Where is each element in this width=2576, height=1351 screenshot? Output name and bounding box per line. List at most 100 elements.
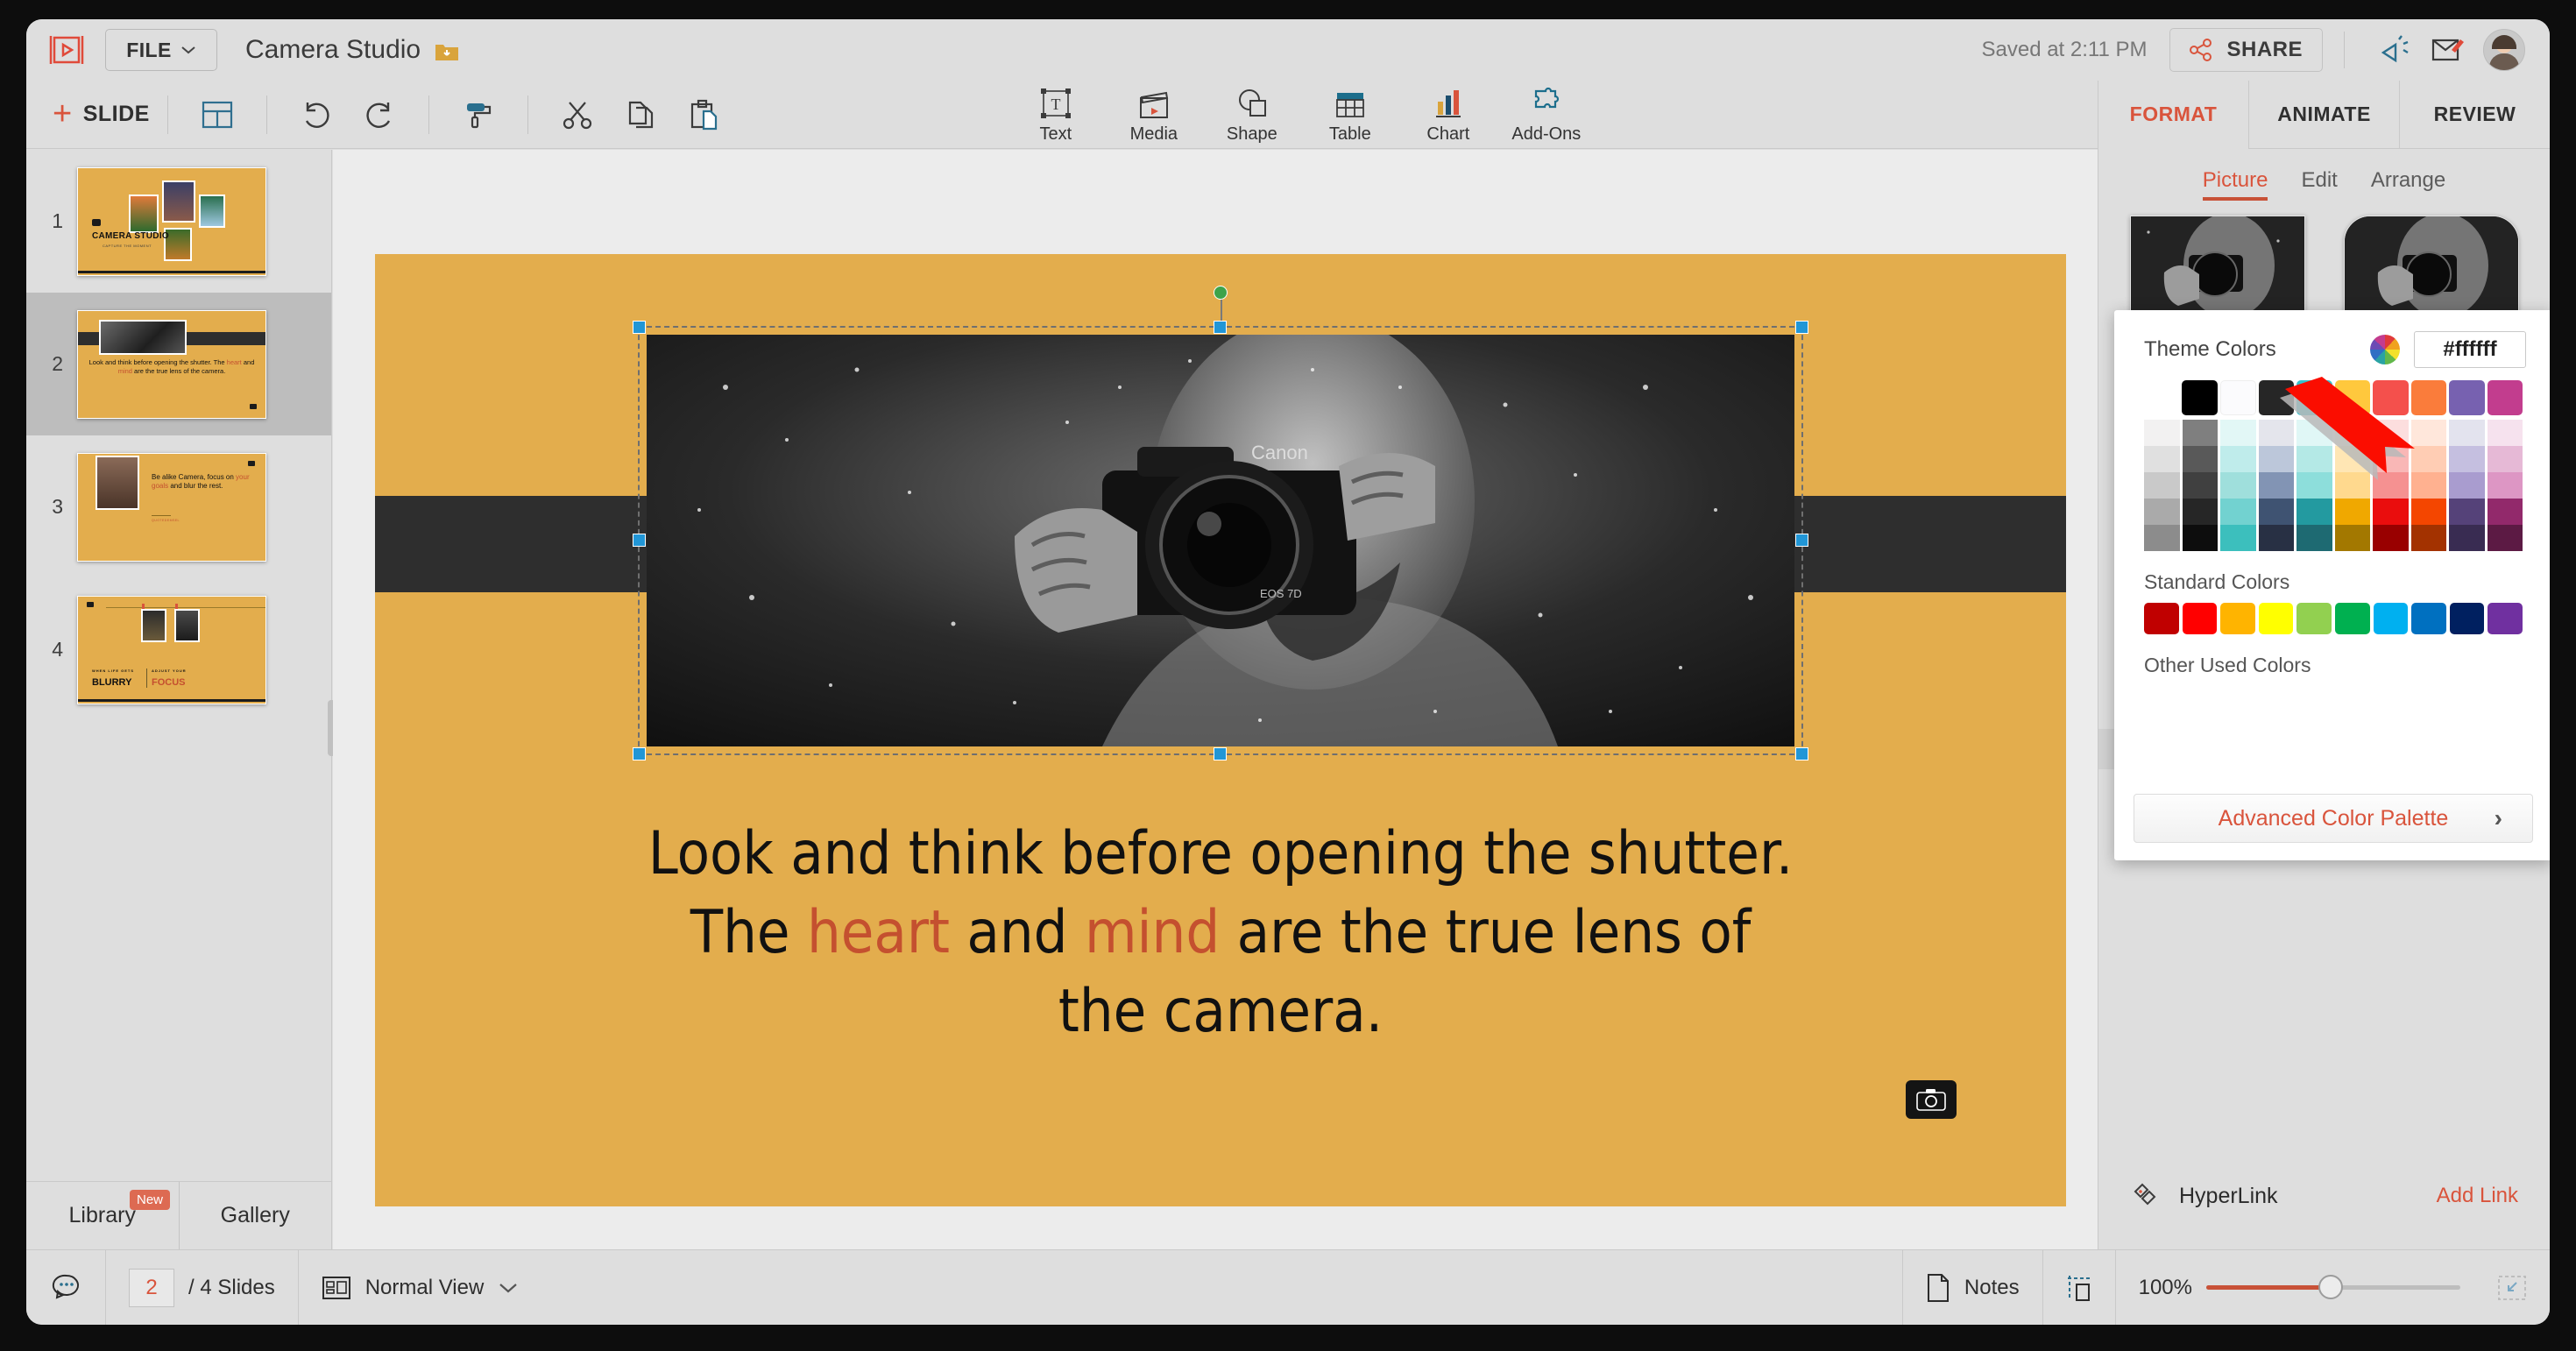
rotation-handle[interactable] [1214,286,1228,300]
slide-canvas[interactable]: Canon EOS 7D [375,254,2066,1206]
slide-thumbnail-1[interactable]: 1 CAMERA STUDIO CAPTURE THE MOMENT [26,150,331,293]
theme-swatch[interactable] [2449,420,2485,446]
standard-swatch[interactable] [2411,603,2446,634]
theme-swatch[interactable] [2259,380,2294,415]
theme-swatch[interactable] [2220,472,2256,499]
standard-swatch[interactable] [2335,603,2370,634]
subtab-picture[interactable]: Picture [2203,168,2268,193]
megaphone-icon[interactable] [2376,30,2417,70]
add-link-button[interactable]: Add Link [2437,1184,2518,1208]
theme-swatch[interactable] [2259,446,2295,472]
theme-swatch[interactable] [2220,380,2256,415]
slide-thumbnail-list[interactable]: 1 CAMERA STUDIO CAPTURE THE MOMENT 2 [26,150,331,1181]
theme-swatch[interactable] [2335,446,2371,472]
guides-button[interactable] [2042,1250,2115,1326]
theme-swatch[interactable] [2373,420,2409,446]
tab-format[interactable]: FORMAT [2098,81,2248,149]
hex-value-input[interactable]: #ffffff [2414,331,2526,368]
theme-swatch[interactable] [2144,472,2180,499]
theme-swatch[interactable] [2296,472,2332,499]
theme-swatch[interactable] [2411,446,2447,472]
theme-swatch[interactable] [2296,420,2332,446]
view-mode-selector[interactable]: Normal View [298,1250,542,1326]
theme-swatch[interactable] [2335,499,2371,525]
file-menu-button[interactable]: FILE [105,29,217,71]
theme-swatch[interactable] [2373,472,2409,499]
theme-swatch[interactable] [2449,380,2484,415]
theme-swatch[interactable] [2373,380,2408,415]
paste-icon[interactable] [683,95,724,135]
standard-swatch[interactable] [2144,603,2179,634]
theme-swatch[interactable] [2449,525,2485,551]
slide-image[interactable]: Canon EOS 7D [647,335,1794,746]
resize-handle-ne[interactable] [1795,321,1808,334]
standard-swatch[interactable] [2488,603,2523,634]
avatar[interactable] [2483,29,2525,71]
presentation-logo-icon[interactable] [47,32,86,67]
theme-swatch[interactable] [2259,420,2295,446]
standard-swatch[interactable] [2259,603,2294,634]
slide-counter[interactable]: 2 / 4 Slides [105,1250,298,1326]
slide-thumbnail-4[interactable]: 4 WHEN LIFE GETS BLURRY ADJUST YOUR FOCU… [26,578,331,721]
subtab-edit[interactable]: Edit [2301,168,2337,193]
zoom-slider[interactable] [2206,1285,2460,1290]
theme-swatch[interactable] [2183,446,2219,472]
resize-handle-se[interactable] [1795,747,1808,760]
theme-swatch[interactable] [2449,446,2485,472]
theme-swatch[interactable] [2488,420,2523,446]
theme-swatch[interactable] [2488,380,2523,415]
standard-swatch[interactable] [2296,603,2332,634]
current-slide-input[interactable]: 2 [129,1269,174,1307]
theme-swatch[interactable] [2488,499,2523,525]
copy-icon[interactable] [620,95,661,135]
subtab-arrange[interactable]: Arrange [2371,168,2445,193]
format-painter-icon[interactable] [458,95,499,135]
theme-swatch[interactable] [2183,525,2219,551]
insert-chart-button[interactable]: Chart [1399,84,1497,145]
theme-swatch[interactable] [2373,446,2409,472]
theme-swatch[interactable] [2411,380,2446,415]
theme-color-grid[interactable] [2114,368,2550,551]
theme-swatch[interactable] [2144,499,2180,525]
theme-swatch[interactable] [2259,499,2295,525]
standard-swatch[interactable] [2183,603,2218,634]
sidebar-tab-library[interactable]: New Library [26,1182,179,1249]
insert-text-button[interactable]: T Text [1007,84,1105,145]
theme-swatch[interactable] [2411,525,2447,551]
theme-swatch[interactable] [2488,446,2523,472]
theme-swatch[interactable] [2335,472,2371,499]
document-title[interactable]: Camera Studio [245,35,459,65]
theme-swatch[interactable] [2220,525,2256,551]
theme-swatch[interactable] [2296,525,2332,551]
theme-swatch[interactable] [2296,380,2332,415]
theme-swatch[interactable] [2411,420,2447,446]
theme-swatch[interactable] [2373,525,2409,551]
advanced-color-palette-button[interactable]: Advanced Color Palette › [2134,794,2533,843]
canvas-area[interactable]: Canon EOS 7D [333,150,2098,1249]
slide-thumbnail-2[interactable]: 2 Look and think before opening the shut… [26,293,331,435]
theme-swatch[interactable] [2335,525,2371,551]
undo-icon[interactable] [296,95,336,135]
theme-swatch[interactable] [2373,499,2409,525]
theme-swatch[interactable] [2220,420,2256,446]
theme-swatch[interactable] [2144,380,2179,415]
fit-to-screen-icon[interactable] [2497,1274,2527,1302]
insert-table-button[interactable]: Table [1301,84,1399,145]
add-slide-button[interactable]: + SLIDE [53,102,150,127]
resize-handle-sw[interactable] [633,747,646,760]
slide-thumbnail-3[interactable]: 3 Be alike Camera, focus on your goals a… [26,435,331,578]
insert-media-button[interactable]: Media [1105,84,1203,145]
feedback-edit-icon[interactable] [2427,30,2467,70]
theme-swatch[interactable] [2335,380,2370,415]
theme-swatch[interactable] [2183,420,2219,446]
theme-swatch[interactable] [2488,472,2523,499]
folder-download-icon[interactable] [435,39,459,60]
color-wheel-icon[interactable] [2370,335,2400,364]
theme-swatch[interactable] [2182,380,2217,415]
standard-swatch[interactable] [2450,603,2485,634]
sidebar-tab-gallery[interactable]: Gallery [179,1182,332,1249]
redo-icon[interactable] [359,95,400,135]
camera-icon[interactable] [1906,1080,1957,1119]
theme-swatch[interactable] [2183,499,2219,525]
comments-button[interactable] [26,1250,105,1326]
